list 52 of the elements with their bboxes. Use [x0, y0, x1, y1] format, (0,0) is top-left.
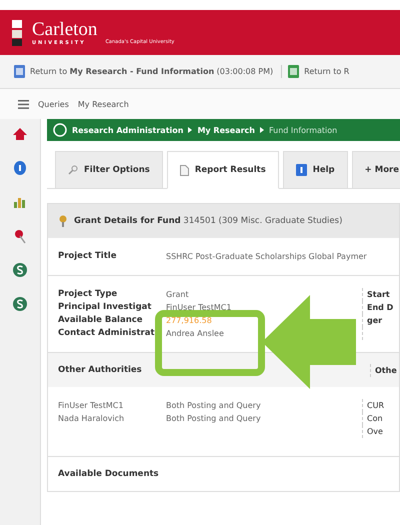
access-type: Both Posting and Query — [166, 400, 262, 412]
search-icon — [68, 165, 78, 175]
return-link[interactable]: Return to R — [304, 67, 350, 76]
field-value: Grant — [166, 289, 190, 301]
field-label: Principal Investigat — [57, 301, 152, 314]
table-cell: CUR — [362, 399, 399, 412]
document-icon — [180, 164, 189, 176]
section-title: Available Documents — [58, 469, 159, 479]
arrow-icon — [262, 295, 356, 389]
table-cell: Ove — [362, 425, 399, 438]
dollar-icon[interactable] — [11, 295, 29, 313]
section-title: Other Authorities — [58, 365, 142, 375]
pin-icon — [58, 215, 68, 227]
export-icon[interactable] — [288, 65, 300, 78]
card-title: Grant Details for Fund 314501 (309 Misc. Graduate Studies) — [74, 216, 342, 226]
home-icon[interactable] — [11, 125, 29, 143]
section-title: Othe — [370, 364, 399, 376]
field-value: Andrea Anslee — [166, 328, 225, 340]
field-label: End D — [362, 301, 399, 314]
info-icon[interactable] — [11, 159, 29, 177]
field-label: Start — [362, 288, 399, 301]
document-icon[interactable] — [14, 65, 25, 78]
tab[interactable]: Help — [282, 151, 348, 189]
breadcrumb-link[interactable]: Fund Information — [268, 126, 338, 134]
chevron-icon — [260, 127, 264, 133]
tab[interactable]: Filter Options — [55, 151, 163, 189]
field-value: 277,916.58 — [166, 315, 213, 327]
authority-name: Nada Haralovich — [57, 413, 126, 425]
field-value: FinUser TestMC1 — [166, 302, 232, 314]
table-cell: Con — [362, 412, 399, 425]
tab[interactable]: + More — [352, 151, 400, 189]
field-label: Project Title — [57, 250, 118, 263]
field-value: SSHRC Post-Graduate Scholarships Global Paymer — [166, 251, 368, 263]
menu-item[interactable]: Queries — [38, 100, 69, 108]
field-label: Project Type — [57, 288, 118, 301]
help-icon — [296, 164, 307, 176]
menu-item[interactable]: My Research — [78, 100, 129, 108]
logo-icon — [53, 123, 67, 137]
chevron-icon — [188, 127, 192, 133]
field-label: Available Balance — [57, 314, 144, 327]
crest-icon — [10, 18, 24, 48]
field-label: ger — [362, 314, 399, 327]
menu-icon[interactable] — [18, 100, 29, 108]
access-type: Both Posting and Query — [166, 413, 262, 425]
field-label: Contact Administrat — [57, 327, 156, 340]
logo-text: Carleton — [32, 20, 98, 40]
tab[interactable]: Report Results — [166, 151, 279, 189]
breadcrumb-link[interactable]: My Research — [197, 126, 255, 134]
return-link[interactable]: Return to My Research - Fund Information (03:00:08 PM) — [30, 67, 274, 76]
dollar-icon[interactable] — [11, 261, 29, 279]
breadcrumb-link[interactable]: Research Administration — [72, 126, 184, 134]
authority-name: FinUser TestMC1 — [57, 400, 124, 412]
